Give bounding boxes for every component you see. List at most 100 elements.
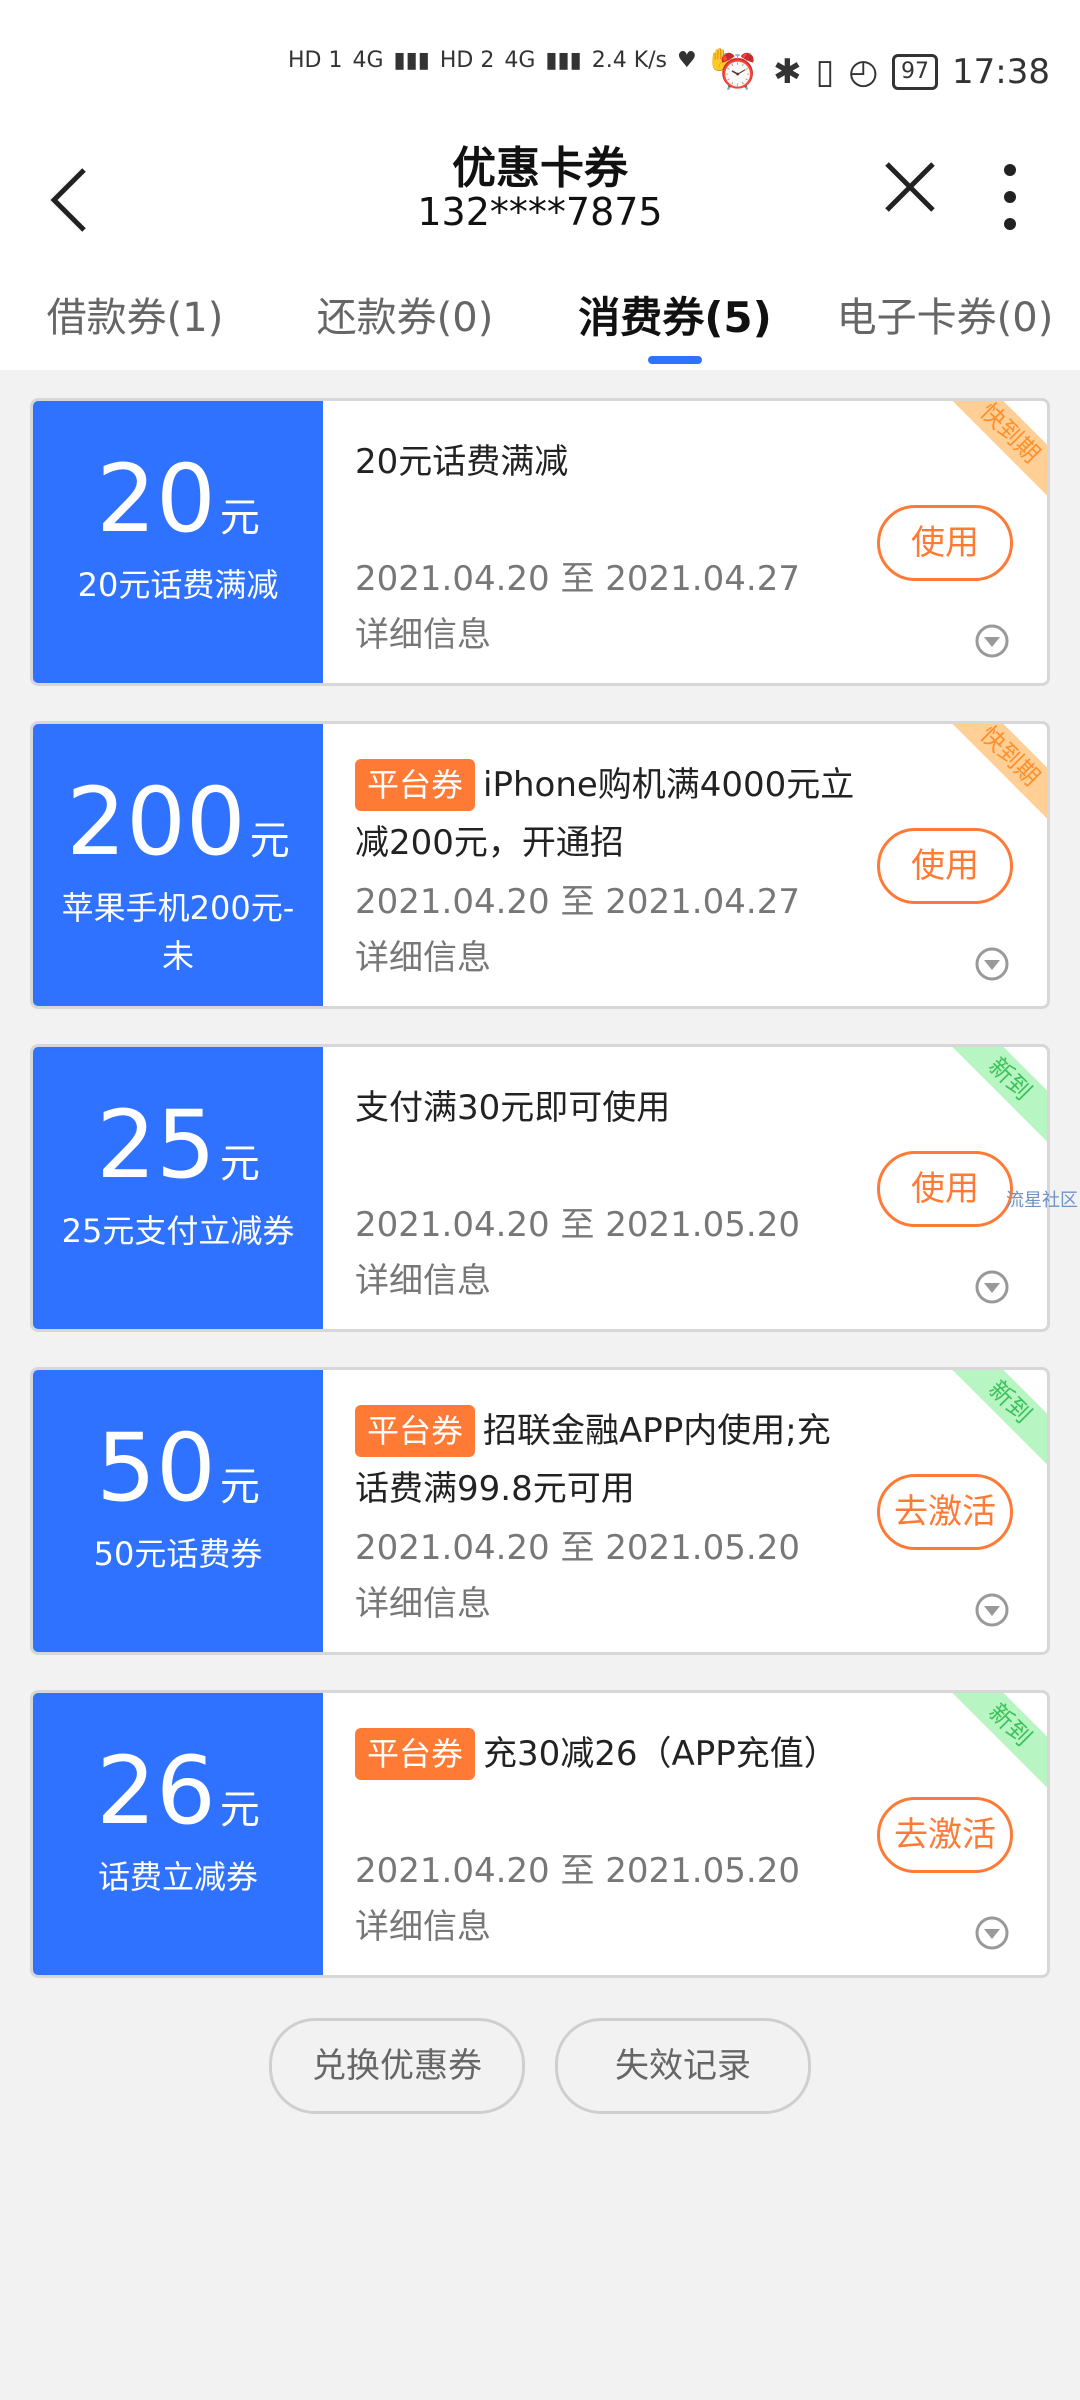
coupon-use-button[interactable]: 使用 xyxy=(877,505,1013,581)
expired-records-button[interactable]: 失效记录 xyxy=(555,2018,811,2114)
coupon-left-panel: 25 元 25元支付立减券 xyxy=(33,1047,323,1329)
speed-text: 2.4 K/s xyxy=(591,48,667,73)
coupon-name: 苹果手机200元-未 xyxy=(61,889,295,975)
coupon-amount-unit: 元 xyxy=(249,818,290,864)
coupon-amount-value: 200 xyxy=(66,768,246,877)
coupon-content: 平台券 充30减26（APP充值） xyxy=(355,1725,855,1783)
coupon-amount-unit: 元 xyxy=(219,1787,260,1833)
expand-button[interactable] xyxy=(974,1915,1010,1951)
time: 17:38 xyxy=(952,52,1050,92)
coupon-amount: 26 元 xyxy=(33,1745,323,1857)
coupon-card[interactable]: 50 元 50元话费券 平台券 招联金融APP内使用;充话费满99.8元可用 202… xyxy=(30,1367,1050,1655)
coupon-name: 话费立减券 xyxy=(97,1858,258,1896)
net2-icon: 4G xyxy=(504,48,536,73)
coupon-name: 50元话费券 xyxy=(93,1535,263,1573)
chevron-down-icon xyxy=(975,1270,1009,1304)
bottom-actions: 兑换优惠券 失效记录 xyxy=(0,2018,1080,2114)
coupon-use-button[interactable]: 使用 xyxy=(877,1151,1013,1227)
coupon-content: 平台券 iPhone购机满4000元立减200元，开通招 xyxy=(355,756,855,872)
status-bar: HD 1 4G ▮▮▮ HD 2 4G ▮▮▮ 2.4 K/s ♥ ✋ ⏰ ✱ … xyxy=(0,0,1080,140)
coupon-amount-value: 25 xyxy=(96,1091,216,1200)
coupon-content: 平台券 招联金融APP内使用;充话费满99.8元可用 xyxy=(355,1402,855,1518)
signal2-icon: ▮▮▮ xyxy=(545,48,582,73)
coupon-desc-text: 充30减26（APP充值） xyxy=(483,1734,838,1774)
expand-button[interactable] xyxy=(974,1269,1010,1305)
coupon-name: 25元支付立减券 xyxy=(61,1212,295,1250)
status-ribbon: 快到期 xyxy=(937,724,1047,829)
coupon-amount: 200 元 xyxy=(33,776,323,888)
coupon-left-panel: 20 元 20元话费满减 xyxy=(33,401,323,683)
status-ribbon: 新到 xyxy=(937,1047,1047,1152)
alarm-icon: ⏰ xyxy=(716,52,760,92)
status-ribbon: 快到期 xyxy=(937,401,1047,506)
coupon-desc-text: 20元话费满减 xyxy=(355,442,569,482)
coupon-amount: 50 元 xyxy=(33,1422,323,1534)
coupon-list: 20 元 20元话费满减 20元话费满减 2021.04.20 至 2021.04… xyxy=(30,398,1050,2013)
expand-button[interactable] xyxy=(974,623,1010,659)
exchange-coupon-button[interactable]: 兑换优惠券 xyxy=(269,2018,525,2114)
coupon-activate-button[interactable]: 去激活 xyxy=(877,1474,1013,1550)
coupon-use-button[interactable]: 使用 xyxy=(877,828,1013,904)
status-ribbon: 新到 xyxy=(937,1693,1047,1798)
coupon-name: 20元话费满减 xyxy=(77,566,279,604)
chevron-down-icon xyxy=(975,1916,1009,1950)
coupon-card[interactable]: 26 元 话费立减券 平台券 充30减26（APP充值） 2021.04.20 至 … xyxy=(30,1690,1050,1978)
coupon-amount: 20 元 xyxy=(33,453,323,565)
coupon-card[interactable]: 200 元 苹果手机200元-未 平台券 iPhone购机满4000元立减200元，… xyxy=(30,721,1050,1009)
coupon-amount-value: 20 xyxy=(96,445,216,554)
watermark: 流星社区 xyxy=(1006,1190,1078,1211)
coupon-content: 支付满30元即可使用 xyxy=(355,1079,855,1137)
coupon-dates: 2021.04.20 至 2021.05.20 xyxy=(355,1205,800,1245)
heart-icon: ♥ xyxy=(677,48,697,73)
coupon-dates: 2021.04.20 至 2021.04.27 xyxy=(355,559,800,599)
hd2-icon: HD 2 xyxy=(439,48,495,73)
coupon-desc: 平台券 招联金融APP内使用;充话费满99.8元可用 xyxy=(355,1402,855,1518)
coupon-detail-link[interactable]: 详细信息 xyxy=(355,930,491,979)
status-ribbon: 新到 xyxy=(937,1370,1047,1475)
tab-ecard[interactable]: 电子卡券(0) xyxy=(810,268,1080,368)
more-vertical-icon xyxy=(1004,164,1016,230)
platform-tag: 平台券 xyxy=(355,1728,476,1780)
close-button[interactable] xyxy=(875,152,945,222)
coupon-amount-unit: 元 xyxy=(219,495,260,541)
hd1-icon: HD 1 xyxy=(288,48,343,73)
coupon-desc: 20元话费满减 xyxy=(355,433,855,491)
coupon-amount-value: 26 xyxy=(96,1737,216,1846)
coupon-desc: 平台券 充30减26（APP充值） xyxy=(355,1725,855,1783)
coupon-detail-link[interactable]: 详细信息 xyxy=(355,1576,491,1625)
coupon-amount-value: 50 xyxy=(96,1414,216,1523)
signal1-icon: ▮▮▮ xyxy=(393,48,430,73)
vibrate-icon: ▯ xyxy=(815,52,835,92)
coupon-amount: 25 元 xyxy=(33,1099,323,1211)
bluetooth-icon: ✱ xyxy=(773,52,802,92)
platform-tag: 平台券 xyxy=(355,759,476,811)
battery-icon: 97 xyxy=(892,54,939,90)
coupon-content: 20元话费满减 xyxy=(355,433,855,491)
coupon-activate-button[interactable]: 去激活 xyxy=(877,1797,1013,1873)
coupon-card[interactable]: 20 元 20元话费满减 20元话费满减 2021.04.20 至 2021.04… xyxy=(30,398,1050,686)
coupon-amount-unit: 元 xyxy=(219,1464,260,1510)
coupon-amount-unit: 元 xyxy=(219,1141,260,1187)
coupon-detail-link[interactable]: 详细信息 xyxy=(355,1253,491,1302)
coupon-card[interactable]: 25 元 25元支付立减券 支付满30元即可使用 2021.04.20 至 202… xyxy=(30,1044,1050,1332)
net1-icon: 4G xyxy=(352,48,384,73)
coupon-left-panel: 50 元 50元话费券 xyxy=(33,1370,323,1652)
tab-consume[interactable]: 消费券(5) xyxy=(540,268,810,368)
expand-button[interactable] xyxy=(974,1592,1010,1628)
chevron-down-icon xyxy=(975,947,1009,981)
more-button[interactable] xyxy=(990,152,1030,242)
coupon-dates: 2021.04.20 至 2021.05.20 xyxy=(355,1851,800,1891)
coupon-dates: 2021.04.20 至 2021.04.27 xyxy=(355,882,800,922)
coupon-left-panel: 200 元 苹果手机200元-未 xyxy=(33,724,323,1006)
tab-loan[interactable]: 借款券(1) xyxy=(0,268,270,368)
coupon-detail-link[interactable]: 详细信息 xyxy=(355,1899,491,1948)
coupon-desc-text: 支付满30元即可使用 xyxy=(355,1088,671,1128)
app-header: 优惠卡券 132****7875 借款券(1) 还款券(0) 消费券(5) 电子… xyxy=(0,120,1080,370)
coupon-detail-link[interactable]: 详细信息 xyxy=(355,607,491,656)
coupon-dates: 2021.04.20 至 2021.05.20 xyxy=(355,1528,800,1568)
expand-button[interactable] xyxy=(974,946,1010,982)
close-icon xyxy=(885,162,935,212)
speedometer-icon: ◴ xyxy=(848,52,879,92)
tab-repay[interactable]: 还款券(0) xyxy=(270,268,540,368)
chevron-down-icon xyxy=(975,1593,1009,1627)
